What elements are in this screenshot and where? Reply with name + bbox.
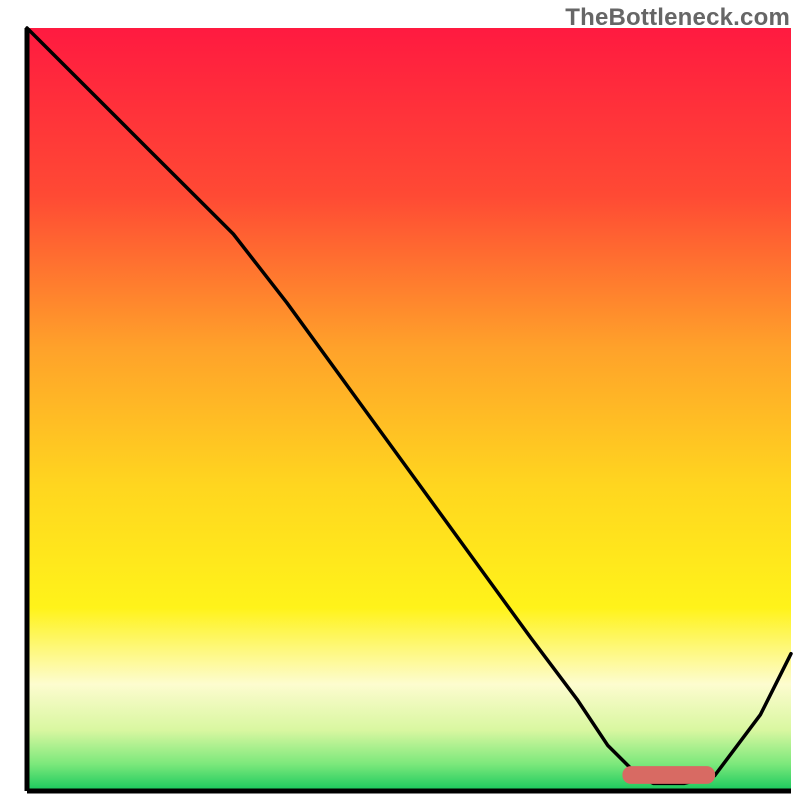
bottleneck-chart bbox=[0, 0, 800, 800]
optimal-zone-marker bbox=[623, 767, 715, 784]
